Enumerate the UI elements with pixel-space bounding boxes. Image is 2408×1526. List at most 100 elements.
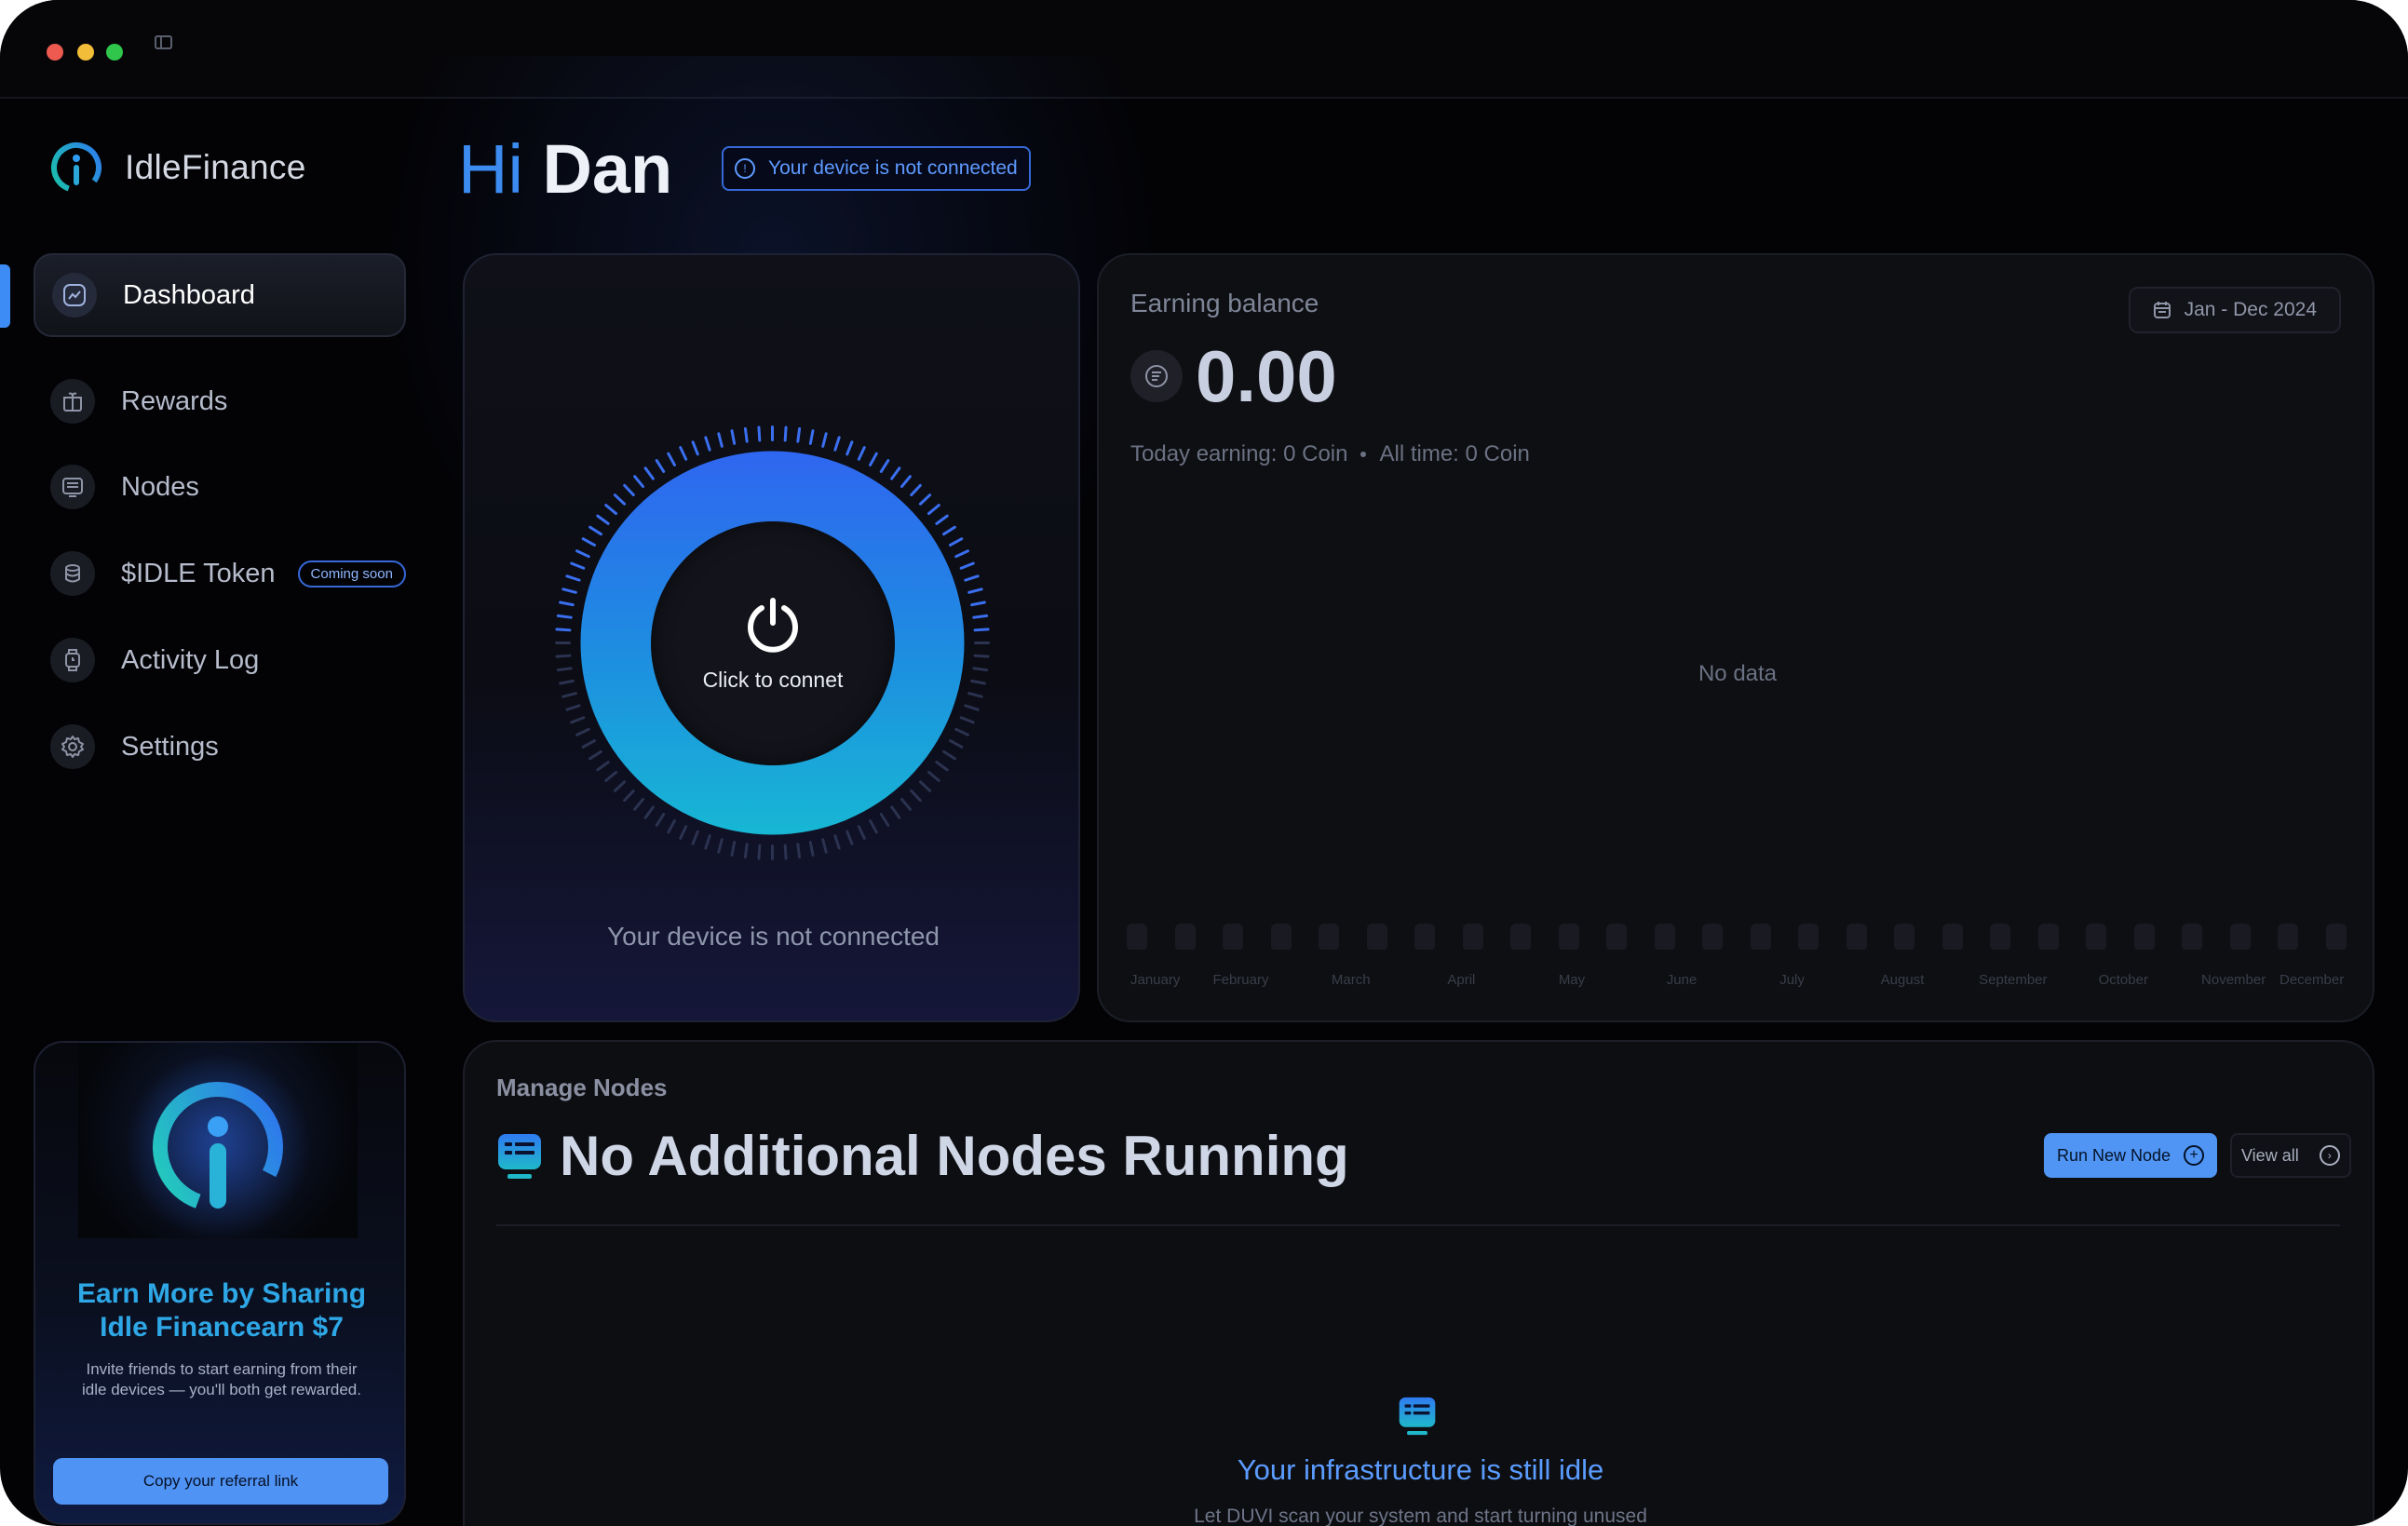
balance-value: 0.00 <box>1196 335 1337 417</box>
earning-bar <box>1127 924 1147 950</box>
ring-tick <box>570 561 586 570</box>
ring-tick <box>561 692 577 698</box>
earning-bar <box>2278 924 2299 950</box>
ring-tick <box>633 475 645 489</box>
connection-status-badge: ! Your device is not connected <box>722 146 1031 191</box>
sidebar-item-nodes[interactable]: Nodes <box>34 445 406 529</box>
ring-tick <box>954 727 969 736</box>
date-range-picker[interactable]: Jan - Dec 2024 <box>2128 287 2341 333</box>
ring-tick <box>575 727 590 736</box>
title-bar <box>0 0 2408 99</box>
maximize-window-button[interactable] <box>106 44 123 61</box>
ring-tick <box>821 838 828 854</box>
month-label: May <box>1558 972 1586 988</box>
device-status-text: Your device is not connected <box>607 922 940 951</box>
ring-tick <box>643 466 655 480</box>
ring-tick <box>655 813 666 827</box>
ring-tick <box>942 749 956 761</box>
ring-tick <box>596 514 610 525</box>
ring-tick <box>846 440 854 456</box>
ring-tick <box>959 716 975 724</box>
earning-bars <box>1127 924 2347 952</box>
close-window-button[interactable] <box>47 44 63 61</box>
earning-bar <box>1414 924 1436 950</box>
ring-tick <box>757 844 762 860</box>
earning-bar <box>1606 924 1628 950</box>
ring-tick <box>973 628 990 632</box>
ring-tick <box>949 537 964 547</box>
ring-tick <box>623 483 635 497</box>
connect-label: Click to connet <box>702 667 844 692</box>
ring-tick <box>691 830 699 845</box>
ring-tick <box>655 459 666 473</box>
nodes-title-row: No Additional Nodes Running <box>496 1124 1349 1188</box>
ring-tick <box>743 426 749 443</box>
month-label: August <box>1880 972 1925 988</box>
referral-title: Earn More by Sharing Idle Financearn $7 <box>35 1277 404 1344</box>
run-new-node-button[interactable]: Run New Node + <box>2044 1133 2218 1178</box>
ring-tick <box>808 429 815 445</box>
ring-tick <box>667 819 676 834</box>
ring-tick <box>561 587 577 594</box>
month-label: March <box>1331 972 1371 988</box>
earning-bar <box>2229 924 2251 950</box>
minimize-window-button[interactable] <box>77 44 94 61</box>
sidebar-item-rewards[interactable]: Rewards <box>34 359 406 443</box>
ring-tick <box>927 504 940 516</box>
sidebar-item-settings[interactable]: Settings <box>34 705 406 789</box>
ring-tick <box>783 844 788 860</box>
ring-tick <box>704 436 711 452</box>
ring-tick <box>942 525 956 536</box>
node-icon <box>498 1133 541 1179</box>
ring-tick <box>757 425 762 442</box>
node-icon <box>50 465 95 509</box>
ring-tick <box>890 466 901 480</box>
ring-tick <box>869 452 878 466</box>
ring-tick <box>581 537 596 547</box>
sidebar-toggle-icon[interactable] <box>155 35 172 49</box>
ring-tick <box>954 549 969 559</box>
sidebar-item-idle-token[interactable]: $IDLE Token Coming soon <box>34 532 406 615</box>
view-all-label: View all <box>2241 1145 2299 1165</box>
sidebar-item-label: Nodes <box>121 471 199 502</box>
ring-tick <box>717 838 724 854</box>
connect-device-card: Click to connet Your device is not conne… <box>463 253 1080 1022</box>
ring-tick <box>900 475 912 489</box>
earning-bar <box>2182 924 2203 950</box>
app-name: IdleFinance <box>125 148 306 186</box>
ring-tick <box>879 459 890 473</box>
app-logo[interactable]: IdleFinance <box>48 140 306 196</box>
earning-title: Earning balance <box>1130 289 1319 317</box>
month-label: December <box>2279 972 2345 988</box>
today-earning: Today earning: 0 Coin <box>1130 441 1348 466</box>
earning-bar <box>2037 924 2059 950</box>
referral-title-line: Earn More by Sharing <box>76 1278 367 1309</box>
ring-tick <box>556 667 573 672</box>
referral-illustration <box>78 1043 358 1240</box>
copy-referral-link-button[interactable]: Copy your referral link <box>53 1458 388 1505</box>
ring-tick <box>967 692 983 698</box>
ring-tick <box>910 483 922 497</box>
ring-tick <box>604 770 618 782</box>
ring-tick <box>559 601 575 607</box>
ring-tick <box>910 789 922 803</box>
month-label: September <box>1979 972 2048 988</box>
earning-bar <box>1750 924 1771 950</box>
watch-icon <box>50 638 95 682</box>
ring-tick <box>623 789 635 803</box>
ring-tick <box>900 797 912 811</box>
ring-tick <box>869 819 878 834</box>
sidebar-item-activity-log[interactable]: Activity Log <box>34 618 406 702</box>
run-new-node-label: Run New Node <box>2057 1145 2171 1165</box>
ring-tick <box>679 446 688 461</box>
ring-tick <box>667 452 676 466</box>
plus-icon: + <box>2184 1145 2205 1166</box>
ring-tick <box>565 574 581 582</box>
sidebar-item-label: Rewards <box>121 385 228 416</box>
view-all-button[interactable]: View all › <box>2230 1133 2351 1178</box>
ring-tick <box>559 679 575 685</box>
connect-power-button[interactable]: Click to connet <box>651 521 895 765</box>
sidebar-item-dashboard[interactable]: Dashboard <box>34 253 406 337</box>
earning-bar <box>1941 924 1963 950</box>
page-title: Hi Dan <box>458 130 672 209</box>
